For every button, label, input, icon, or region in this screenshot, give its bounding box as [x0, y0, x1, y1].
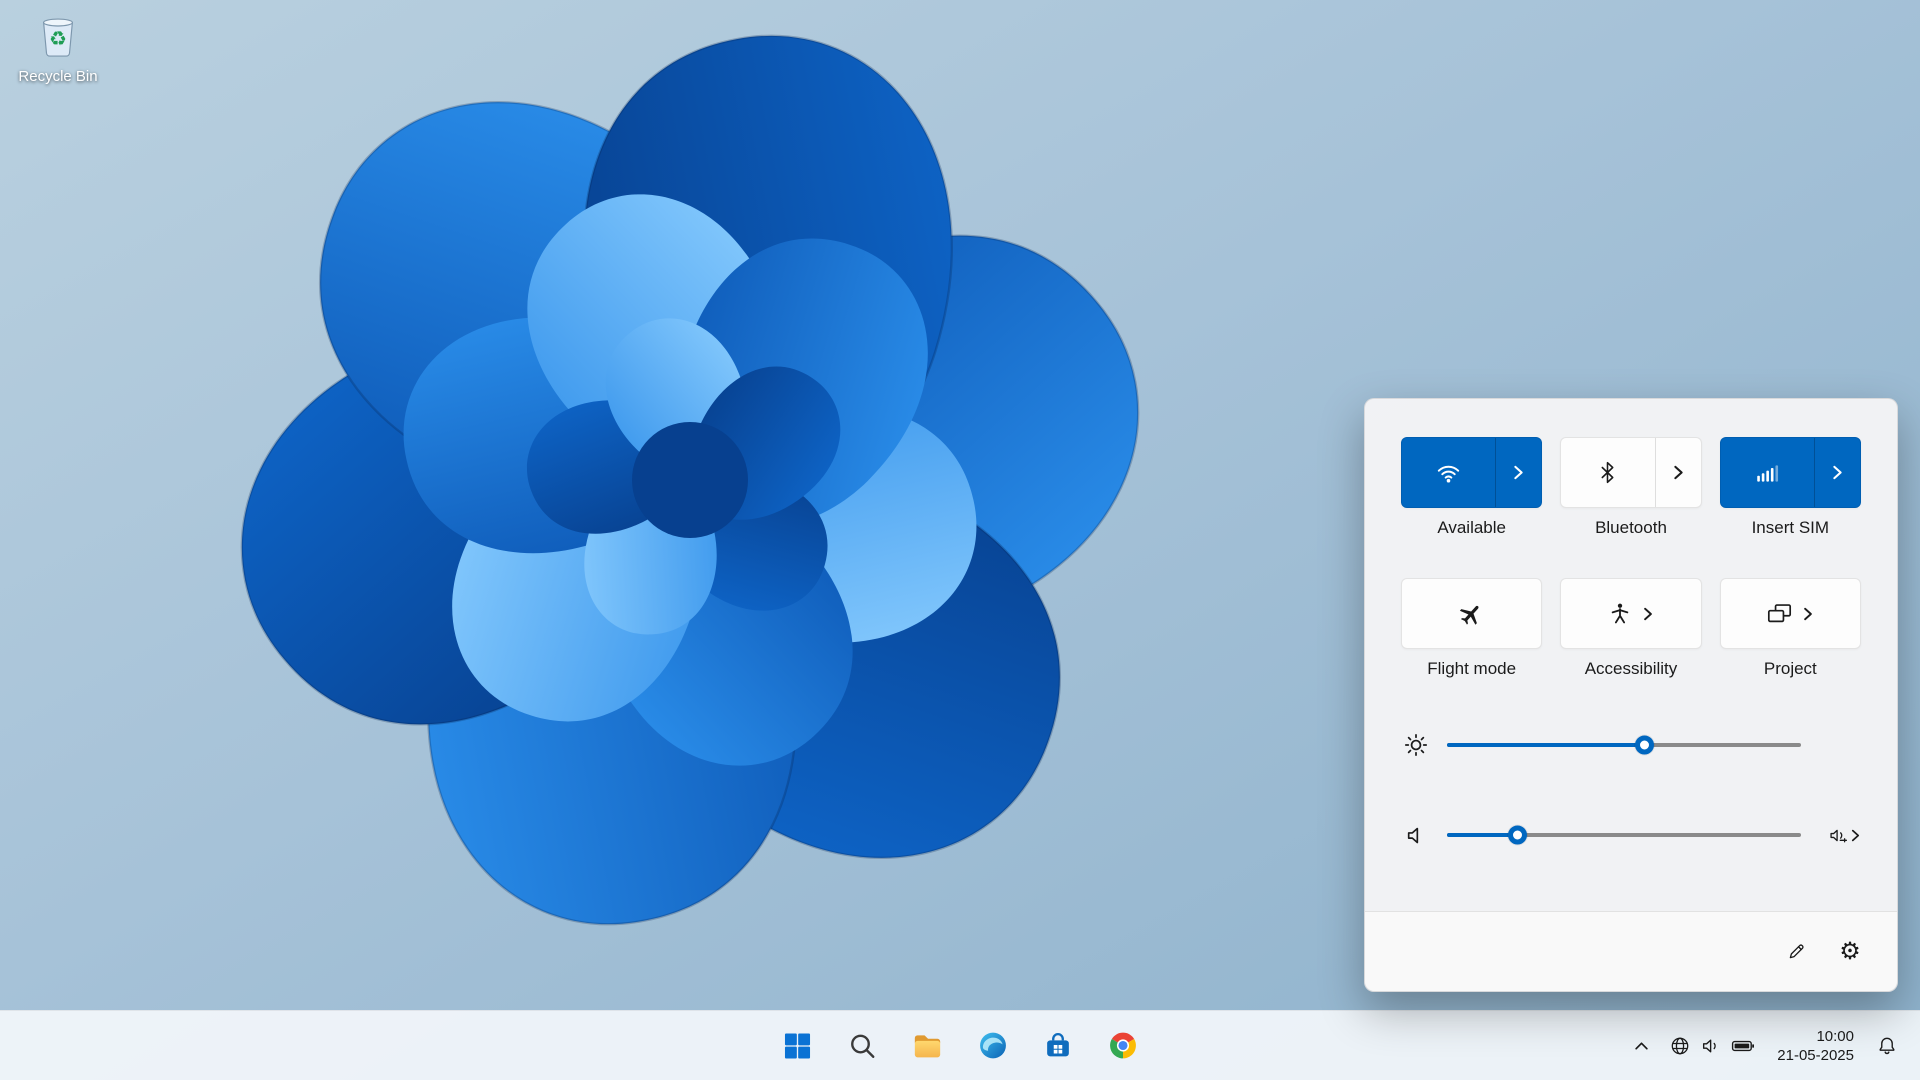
bluetooth-expand-button[interactable] [1655, 438, 1701, 507]
flight-mode-tile-label: Flight mode [1427, 659, 1516, 679]
cellular-tile-label: Insert SIM [1752, 518, 1829, 538]
chevron-right-icon [1642, 607, 1654, 621]
taskbar: 10:00 21-05-2025 [0, 1010, 1920, 1080]
speaker-icon [1700, 1035, 1722, 1057]
quick-settings-footer: ⚙ [1365, 911, 1897, 991]
brightness-sun-icon [1401, 732, 1431, 758]
wifi-expand-button[interactable] [1495, 438, 1541, 507]
clock-date-button[interactable]: 10:00 21-05-2025 [1767, 1021, 1864, 1071]
tile-project-wrap: Project [1720, 578, 1861, 679]
search-icon [848, 1031, 878, 1061]
chrome-icon [1107, 1030, 1138, 1061]
search-button[interactable] [837, 1020, 889, 1072]
tile-wifi-wrap: Available [1401, 437, 1542, 538]
start-button[interactable] [772, 1020, 824, 1072]
wifi-tile[interactable] [1401, 437, 1542, 508]
recycle-bin-icon: ♻ [35, 10, 81, 65]
chevron-right-icon [1850, 829, 1861, 842]
quick-settings-panel: Available Bluetooth [1364, 398, 1898, 992]
pencil-icon [1786, 941, 1807, 962]
volume-fill [1447, 833, 1518, 837]
edge-browser-button[interactable] [967, 1020, 1019, 1072]
wifi-tile-label: Available [1437, 518, 1506, 538]
volume-speaker-icon [1401, 823, 1431, 848]
volume-slider[interactable] [1447, 833, 1801, 837]
project-icon [1766, 600, 1793, 627]
edge-icon [977, 1030, 1008, 1061]
chevron-right-icon [1802, 607, 1814, 621]
tile-flightmode-wrap: Flight mode [1401, 578, 1542, 679]
recycle-bin-shortcut[interactable]: ♻ Recycle Bin [12, 10, 104, 85]
wifi-toggle[interactable] [1402, 438, 1495, 507]
cellular-icon [1754, 460, 1780, 486]
chevron-right-icon [1512, 465, 1525, 480]
accessibility-tile[interactable] [1560, 578, 1701, 649]
chevron-right-icon [1672, 465, 1685, 480]
file-explorer-icon [912, 1030, 944, 1062]
gear-icon: ⚙ [1839, 940, 1861, 964]
brightness-row [1401, 727, 1861, 763]
system-tray: 10:00 21-05-2025 [1626, 1011, 1906, 1080]
svg-text:♻: ♻ [49, 29, 67, 51]
wifi-icon [1435, 459, 1462, 486]
recycle-bin-label: Recycle Bin [18, 68, 97, 85]
settings-button[interactable]: ⚙ [1829, 932, 1871, 972]
clock-time: 10:00 [1816, 1027, 1854, 1046]
brightness-slider[interactable] [1447, 743, 1801, 747]
airplane-icon [1458, 600, 1485, 627]
volume-row [1401, 817, 1861, 853]
tile-bluetooth-wrap: Bluetooth [1560, 437, 1701, 538]
project-tile[interactable] [1720, 578, 1861, 649]
quick-settings-tiles: Available Bluetooth [1401, 437, 1861, 679]
network-volume-battery-button[interactable] [1661, 1025, 1763, 1067]
brightness-slider-thumb[interactable] [1635, 736, 1654, 755]
network-globe-icon [1669, 1035, 1691, 1057]
microsoft-store-icon [1042, 1030, 1073, 1061]
battery-icon [1731, 1034, 1755, 1058]
tile-cellular-wrap: Insert SIM [1720, 437, 1861, 538]
quick-settings-sliders [1401, 727, 1861, 853]
bell-icon [1876, 1035, 1898, 1057]
chevron-up-icon [1634, 1040, 1649, 1052]
cellular-toggle[interactable] [1721, 438, 1814, 507]
sound-output-icon [1828, 825, 1849, 846]
accessibility-tile-label: Accessibility [1585, 659, 1678, 679]
taskbar-center-icons [772, 1011, 1149, 1080]
bluetooth-tile[interactable] [1560, 437, 1701, 508]
cellular-tile[interactable] [1720, 437, 1861, 508]
project-tile-label: Project [1764, 659, 1817, 679]
microsoft-store-button[interactable] [1032, 1020, 1084, 1072]
chrome-browser-button[interactable] [1097, 1020, 1149, 1072]
sound-output-button[interactable] [1817, 825, 1861, 846]
flight-mode-tile[interactable] [1401, 578, 1542, 649]
bluetooth-toggle[interactable] [1561, 438, 1654, 507]
edit-quick-settings-button[interactable] [1775, 932, 1817, 972]
bluetooth-tile-label: Bluetooth [1595, 518, 1667, 538]
hidden-icons-button[interactable] [1626, 1031, 1657, 1061]
cellular-expand-button[interactable] [1814, 438, 1860, 507]
bluetooth-icon [1595, 460, 1620, 485]
windows-logo-icon [782, 1030, 814, 1062]
clock-date: 21-05-2025 [1777, 1046, 1854, 1065]
tile-accessibility-wrap: Accessibility [1560, 578, 1701, 679]
chevron-right-icon [1831, 465, 1844, 480]
file-explorer-button[interactable] [902, 1020, 954, 1072]
volume-slider-thumb[interactable] [1508, 826, 1527, 845]
brightness-fill [1447, 743, 1645, 747]
accessibility-icon [1607, 601, 1633, 627]
notification-center-button[interactable] [1868, 1026, 1906, 1066]
